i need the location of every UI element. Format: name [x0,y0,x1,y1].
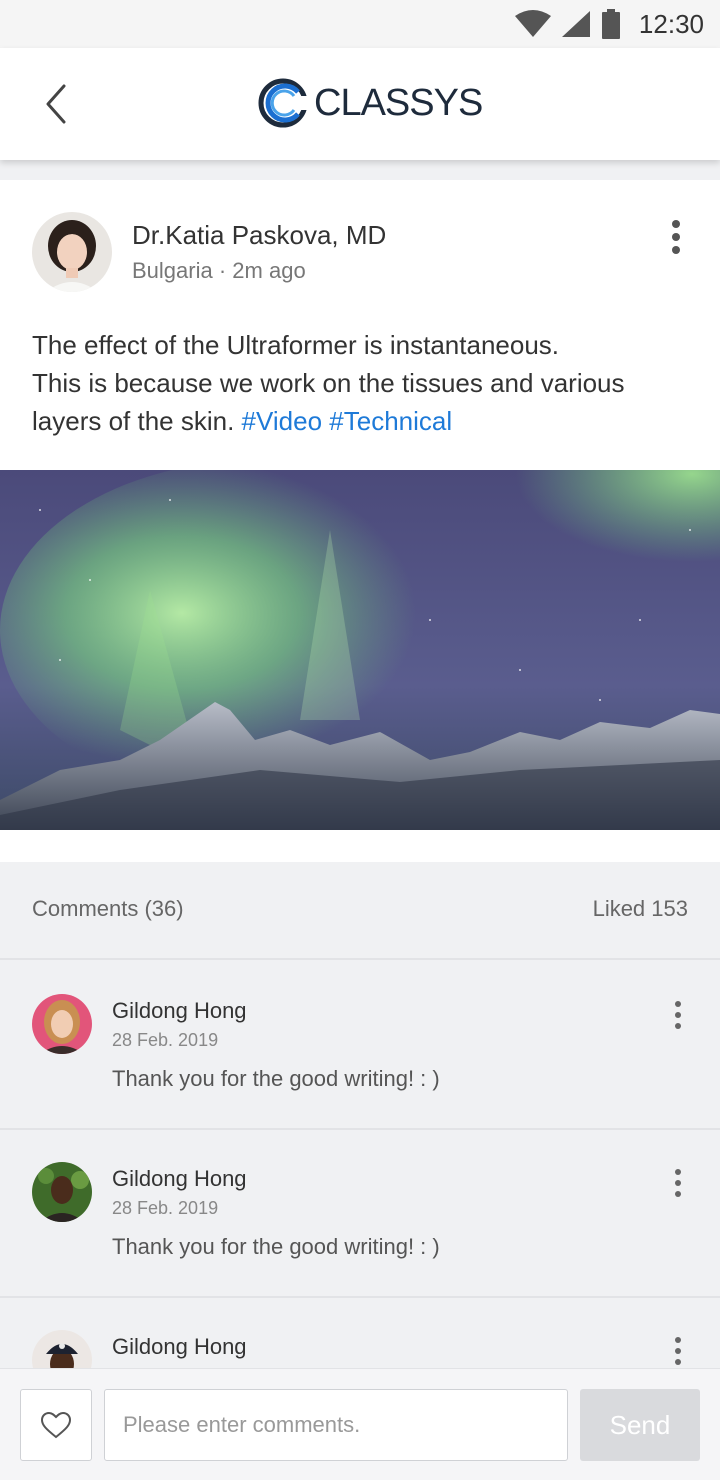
more-vertical-icon [675,1001,681,1029]
classys-logo-icon [258,78,308,128]
comment-composer: Send [0,1368,720,1480]
brand-name: CLASSYS [314,81,483,124]
comment-date: 28 Feb. 2019 [112,1030,219,1050]
commenter-name[interactable]: Gildong Hong [112,1166,247,1192]
comment-text: Thank you for the good writing! : ) [112,1066,440,1091]
send-button[interactable]: Send [580,1389,700,1461]
comment-more-button[interactable] [666,1000,690,1030]
hashtag-video[interactable]: #Video [242,406,323,436]
comments-count[interactable]: Comments (36) [32,896,184,922]
post-more-button[interactable] [662,218,690,258]
status-bar: 12:30 [0,0,720,48]
status-time: 12:30 [638,8,704,39]
comment-item: Gildong Hong 28 Feb. 2019 Thank you for … [0,962,720,1130]
comment-text: Thank you for the good writing! : ) [112,1234,440,1259]
wifi-icon [514,10,551,38]
more-vertical-icon [675,1169,681,1197]
meta-separator: · [218,258,227,283]
comment-more-button[interactable] [666,1168,690,1198]
commenter-name[interactable]: Gildong Hong [112,1334,247,1360]
like-button[interactable] [20,1389,92,1461]
battery-icon [601,9,621,39]
post-body: The effect of the Ultraformer is instant… [32,326,692,440]
comment-more-button[interactable] [666,1336,690,1366]
commenter-name[interactable]: Gildong Hong [112,998,247,1024]
likes-count[interactable]: Liked 153 [593,896,688,922]
author-location: Bulgaria [132,258,213,283]
app-header: CLASSYS [0,48,720,160]
brand-logo: CLASSYS [258,78,483,128]
cell-signal-icon [561,10,591,38]
post-time: 2m ago [232,258,306,283]
author-name[interactable]: Dr.Katia Paskova, MD [132,220,386,251]
post-text-line: layers of the skin. [32,406,235,436]
post-card: Dr.Katia Paskova, MD Bulgaria · 2m ago T… [0,180,720,862]
commenter-avatar[interactable] [32,1162,92,1222]
commenter-avatar[interactable] [32,994,92,1054]
post-text-line: The effect of the Ultraformer is instant… [32,330,560,360]
comment-item: Gildong Hong 28 Feb. 2019 Thank you for … [0,1130,720,1298]
chevron-left-icon [46,84,66,124]
comment-input[interactable] [104,1389,568,1461]
more-vertical-icon [675,1337,681,1365]
post-meta: Bulgaria · 2m ago [132,258,306,284]
comments-header: Comments (36) Liked 153 [0,862,720,960]
author-avatar[interactable] [32,212,112,292]
heart-outline-icon [40,1411,72,1439]
post-text-line: This is because we work on the tissues a… [32,368,625,398]
more-vertical-icon [672,220,680,254]
comment-date: 28 Feb. 2019 [112,1198,219,1218]
back-button[interactable] [36,84,76,124]
post-image[interactable] [0,470,720,830]
hashtag-technical[interactable]: #Technical [329,406,452,436]
